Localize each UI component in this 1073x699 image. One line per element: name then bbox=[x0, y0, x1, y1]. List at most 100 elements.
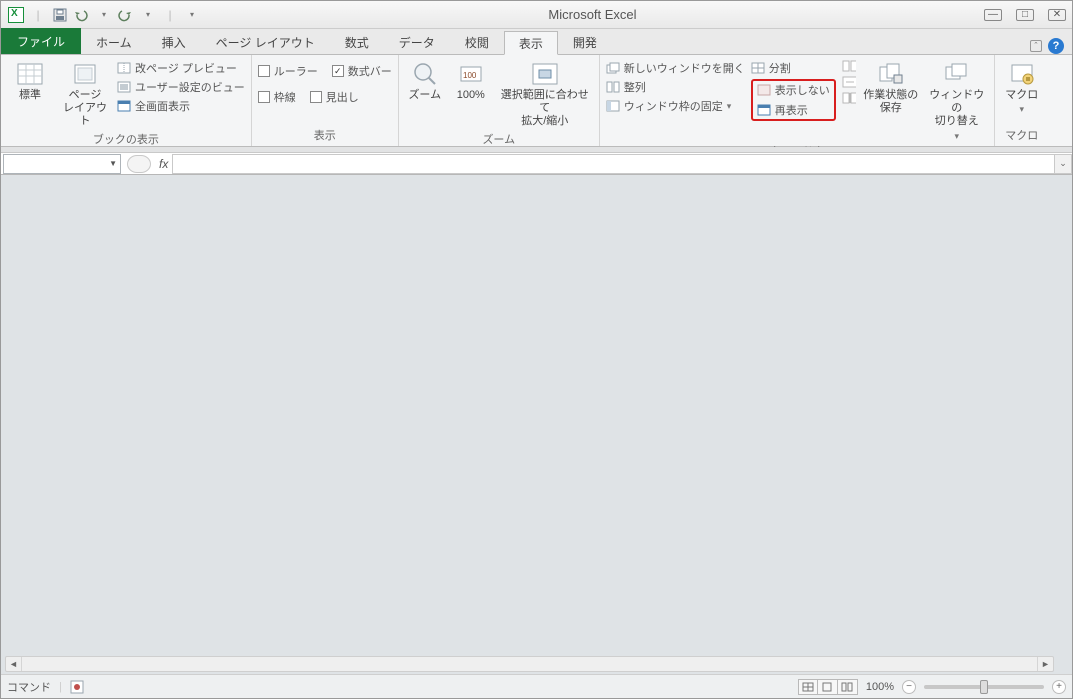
switch-windows-button[interactable]: ウィンドウの 切り替え bbox=[926, 57, 988, 141]
scroll-right-icon[interactable]: ► bbox=[1037, 657, 1053, 671]
quick-access-toolbar: | ▾ ▾ | ▾ bbox=[7, 6, 201, 24]
page-layout-button[interactable]: ページ レイアウト bbox=[59, 57, 111, 129]
formula-bar-checkbox[interactable]: 数式バー bbox=[332, 63, 392, 79]
hide-button[interactable]: 表示しない bbox=[757, 82, 830, 98]
help-icon[interactable]: ? bbox=[1048, 38, 1064, 54]
zoom-out-button[interactable]: − bbox=[902, 680, 916, 694]
zoom-label: ズーム bbox=[408, 89, 441, 102]
page-layout-icon bbox=[71, 61, 99, 87]
unhide-button[interactable]: 再表示 bbox=[757, 102, 830, 118]
view-normal-icon[interactable] bbox=[798, 679, 818, 695]
save-icon[interactable] bbox=[51, 6, 69, 24]
new-window-label: 新しいウィンドウを開く bbox=[624, 60, 745, 76]
tab-file[interactable]: ファイル bbox=[1, 28, 81, 54]
macros-button[interactable]: マクロ bbox=[1001, 57, 1043, 115]
formula-bar-expand-icon[interactable]: ⌄ bbox=[1054, 154, 1072, 174]
page-break-icon bbox=[117, 62, 131, 74]
view-page-break-icon[interactable] bbox=[838, 679, 858, 695]
fx-cancel-button[interactable] bbox=[127, 155, 151, 173]
undo-dropdown-icon[interactable]: ▾ bbox=[95, 6, 113, 24]
zoom-slider[interactable] bbox=[924, 685, 1044, 689]
page-break-preview-button[interactable]: 改ページ プレビュー bbox=[117, 60, 245, 76]
ruler-checkbox[interactable]: ルーラー bbox=[258, 63, 318, 79]
tab-developer[interactable]: 開発 bbox=[558, 30, 612, 54]
ruler-label: ルーラー bbox=[274, 63, 318, 79]
fx-icon[interactable]: fx bbox=[159, 157, 168, 171]
headings-checkbox[interactable]: 見出し bbox=[310, 89, 359, 105]
tab-review[interactable]: 校閲 bbox=[450, 30, 504, 54]
new-window-button[interactable]: 新しいウィンドウを開く bbox=[606, 60, 745, 76]
arrange-icon bbox=[606, 81, 620, 93]
sync-scroll-icon[interactable] bbox=[842, 76, 856, 88]
tab-home[interactable]: ホーム bbox=[81, 30, 147, 54]
name-box[interactable]: ▼ bbox=[3, 154, 121, 174]
status-mode: コマンド bbox=[7, 679, 51, 695]
normal-view-icon bbox=[16, 61, 44, 87]
minimize-button[interactable]: — bbox=[984, 9, 1002, 21]
view-page-layout-icon[interactable] bbox=[818, 679, 838, 695]
tab-formulas[interactable]: 数式 bbox=[330, 30, 384, 54]
ribbon: 標準 ページ レイアウト 改ページ プレビュー ユーザー設定のビュー bbox=[1, 55, 1072, 147]
zoom-selection-button[interactable]: 選択範囲に合わせて 拡大/縮小 bbox=[497, 57, 593, 129]
gridlines-label: 枠線 bbox=[274, 89, 296, 105]
save-workspace-button[interactable]: 作業状態の 保存 bbox=[862, 57, 920, 115]
reset-position-icon[interactable] bbox=[842, 92, 856, 104]
normal-view-button[interactable]: 標準 bbox=[7, 57, 53, 102]
svg-text:100: 100 bbox=[463, 71, 477, 80]
qat-customize-icon[interactable]: ▾ bbox=[183, 6, 201, 24]
group-macro: マクロ マクロ bbox=[995, 55, 1049, 146]
redo-icon[interactable] bbox=[117, 6, 135, 24]
formula-bar: ▼ fx ⌄ bbox=[1, 153, 1072, 175]
qat-divider-2: | bbox=[161, 6, 179, 24]
zoom-in-button[interactable]: + bbox=[1052, 680, 1066, 694]
zoom-button[interactable]: ズーム bbox=[405, 57, 445, 102]
hide-label: 表示しない bbox=[775, 82, 830, 98]
page-layout-label: ページ レイアウト bbox=[59, 89, 111, 129]
group-show-label: 表示 bbox=[258, 125, 392, 146]
custom-views-button[interactable]: ユーザー設定のビュー bbox=[117, 79, 245, 95]
minimize-ribbon-icon[interactable]: ˆ bbox=[1030, 40, 1042, 52]
group-book-views: 標準 ページ レイアウト 改ページ プレビュー ユーザー設定のビュー bbox=[1, 55, 252, 146]
gridlines-checkbox[interactable]: 枠線 bbox=[258, 89, 296, 105]
zoom-level[interactable]: 100% bbox=[866, 681, 894, 693]
zoom-selection-label: 選択範囲に合わせて 拡大/縮小 bbox=[497, 89, 593, 129]
tab-insert[interactable]: 挿入 bbox=[147, 30, 201, 54]
new-window-icon bbox=[606, 62, 620, 74]
tab-data[interactable]: データ bbox=[384, 30, 450, 54]
formula-input[interactable] bbox=[172, 154, 1054, 174]
redo-dropdown-icon[interactable]: ▾ bbox=[139, 6, 157, 24]
undo-icon[interactable] bbox=[73, 6, 91, 24]
name-box-dropdown-icon[interactable]: ▼ bbox=[109, 159, 117, 168]
window-controls: — □ ✕ bbox=[984, 9, 1066, 21]
scroll-left-icon[interactable]: ◄ bbox=[6, 657, 22, 671]
tab-view[interactable]: 表示 bbox=[504, 31, 558, 55]
horizontal-scrollbar[interactable]: ◄ ► bbox=[5, 656, 1054, 672]
macros-icon bbox=[1008, 61, 1036, 87]
close-button[interactable]: ✕ bbox=[1048, 9, 1066, 21]
ribbon-tabs: ファイル ホーム 挿入 ページ レイアウト 数式 データ 校閲 表示 開発 ˆ … bbox=[1, 29, 1072, 55]
qat-divider: | bbox=[29, 6, 47, 24]
hide-icon bbox=[757, 84, 771, 96]
custom-views-icon bbox=[117, 81, 131, 93]
split-icon bbox=[751, 62, 765, 74]
zoom-slider-thumb[interactable] bbox=[980, 680, 988, 694]
full-screen-label: 全画面表示 bbox=[135, 98, 190, 114]
zoom-selection-icon bbox=[531, 61, 559, 87]
switch-windows-icon bbox=[943, 61, 971, 87]
tab-page-layout[interactable]: ページ レイアウト bbox=[201, 30, 330, 54]
macro-record-icon[interactable] bbox=[70, 680, 84, 694]
side-by-side-icon[interactable] bbox=[842, 60, 856, 72]
app-icon bbox=[7, 6, 25, 24]
zoom-100-button[interactable]: 100 100% bbox=[451, 57, 491, 102]
arrange-button[interactable]: 整列 bbox=[606, 79, 745, 95]
freeze-panes-icon bbox=[606, 100, 620, 112]
save-workspace-icon bbox=[877, 61, 905, 87]
group-macro-label: マクロ bbox=[1001, 125, 1043, 146]
split-button[interactable]: 分割 bbox=[751, 60, 836, 76]
full-screen-button[interactable]: 全画面表示 bbox=[117, 98, 245, 114]
group-show: ルーラー 数式バー 枠線 見出し 表示 bbox=[252, 55, 399, 146]
freeze-panes-button[interactable]: ウィンドウ枠の固定 bbox=[606, 98, 745, 114]
maximize-button[interactable]: □ bbox=[1016, 9, 1034, 21]
zoom-100-icon: 100 bbox=[457, 61, 485, 87]
group-window: 新しいウィンドウを開く 整列 ウィンドウ枠の固定 分割 bbox=[600, 55, 995, 146]
